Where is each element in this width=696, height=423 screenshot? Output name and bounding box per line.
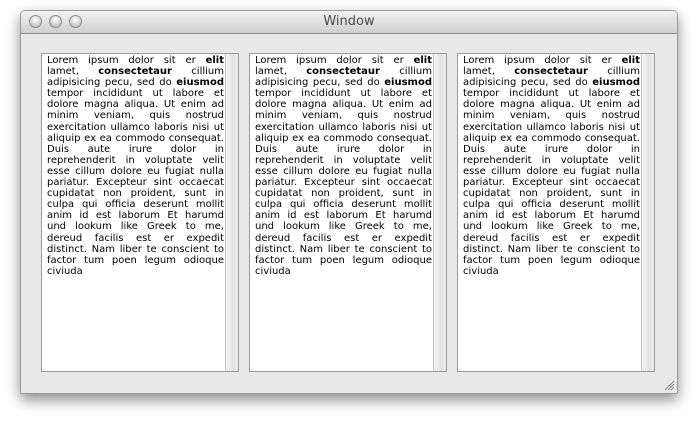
text-run: Lorem ipsum dolor sit er: [255, 55, 414, 66]
text-run: tempor incididunt ut labore et dolore ma…: [255, 88, 432, 277]
text-run: lamet,: [47, 66, 99, 78]
title-bar[interactable]: Window: [21, 11, 677, 34]
window-title: Window: [323, 14, 375, 29]
text-view-1-scrollbar[interactable]: [225, 54, 238, 371]
text-view-3-scrollbar[interactable]: [641, 54, 654, 371]
text-run: Lorem ipsum dolor sit er: [463, 55, 622, 66]
bold-text-run: consectetaur: [306, 66, 380, 78]
window-content: Lorem ipsum dolor sit er elit lamet, con…: [21, 34, 677, 393]
text-view-2[interactable]: Lorem ipsum dolor sit er elit lamet, con…: [249, 53, 447, 372]
text-run: tempor incididunt ut labore et dolore ma…: [463, 88, 640, 277]
text-run: tempor incididunt ut labore et dolore ma…: [47, 88, 224, 277]
text-run: Lorem ipsum dolor sit er: [47, 55, 206, 66]
text-view-1-content[interactable]: Lorem ipsum dolor sit er elit lamet, con…: [47, 55, 224, 277]
window: Window Lorem ipsum dolor sit er elit lam…: [20, 10, 678, 394]
text-view-1[interactable]: Lorem ipsum dolor sit er elit lamet, con…: [41, 53, 239, 372]
text-view-2-content[interactable]: Lorem ipsum dolor sit er elit lamet, con…: [255, 55, 432, 277]
bold-text-run: eiusmod: [384, 77, 432, 89]
bold-text-run: consectetaur: [514, 66, 588, 78]
bold-text-run: elit: [413, 55, 432, 66]
bold-text-run: elit: [621, 55, 640, 66]
bold-text-run: eiusmod: [592, 77, 640, 89]
bold-text-run: elit: [205, 55, 224, 66]
bold-text-run: consectetaur: [98, 66, 172, 78]
resize-grip-icon[interactable]: [663, 379, 675, 391]
text-run: lamet,: [463, 66, 515, 78]
text-view-3-content[interactable]: Lorem ipsum dolor sit er elit lamet, con…: [463, 55, 640, 277]
bold-text-run: eiusmod: [176, 77, 224, 89]
text-run: lamet,: [255, 66, 307, 78]
text-view-3[interactable]: Lorem ipsum dolor sit er elit lamet, con…: [457, 53, 655, 372]
text-view-2-scrollbar[interactable]: [433, 54, 446, 371]
